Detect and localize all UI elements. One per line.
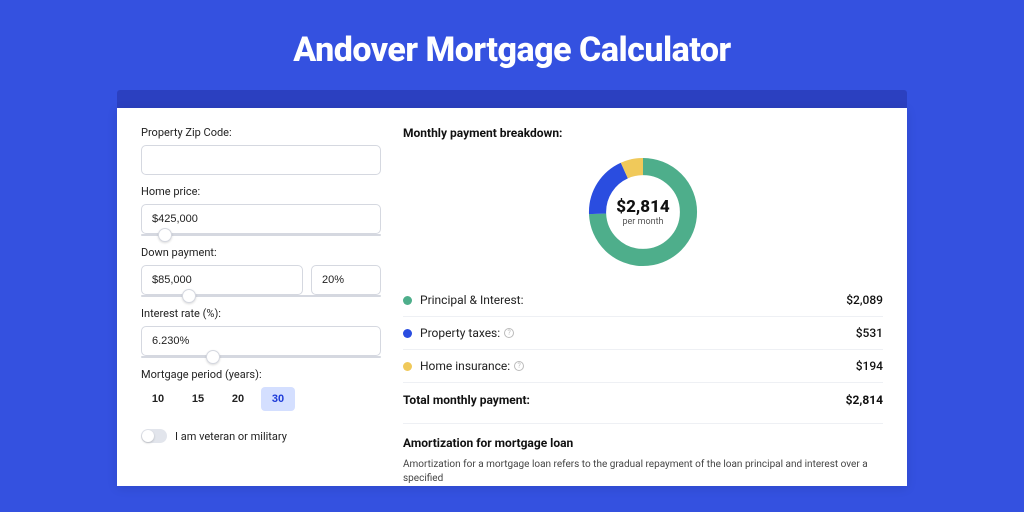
interest-rate-slider[interactable] [141,356,381,358]
total-row: Total monthly payment: $2,814 [403,382,883,417]
legend-dot-icon [403,329,412,338]
interest-rate-slider-handle[interactable] [206,350,220,364]
legend-dot-icon [403,362,412,371]
legend-row-2: Home insurance:?$194 [403,349,883,382]
zip-input[interactable] [141,145,381,175]
donut-center-amount: $2,814 [616,197,669,217]
legend-list: Principal & Interest:$2,089Property taxe… [403,284,883,382]
home-price-slider[interactable] [141,234,381,236]
info-icon[interactable]: ? [514,361,524,371]
veteran-toggle-knob [142,430,154,442]
legend-dot-icon [403,296,412,305]
info-icon[interactable]: ? [504,328,514,338]
down-payment-slider-handle[interactable] [182,289,196,303]
legend-value: $194 [856,359,883,373]
zip-label: Property Zip Code: [141,126,381,139]
calculator-card: Property Zip Code: Home price: Down paym… [117,108,907,486]
period-option-20[interactable]: 20 [221,387,255,411]
mortgage-period-label: Mortgage period (years): [141,368,381,381]
interest-rate-input[interactable] [141,326,381,356]
down-payment-pct-input[interactable] [311,265,381,295]
period-option-10[interactable]: 10 [141,387,175,411]
donut-chart: $2,814 per month [583,152,703,272]
down-payment-label: Down payment: [141,246,381,259]
legend-label: Property taxes:? [420,326,856,340]
down-payment-slider[interactable] [141,295,381,297]
donut-center-sub: per month [616,217,669,227]
page-title: Andover Mortgage Calculator [293,30,730,70]
legend-label: Principal & Interest: [420,293,846,307]
period-option-30[interactable]: 30 [261,387,295,411]
donut-chart-wrap: $2,814 per month [403,148,883,284]
breakdown-column: Monthly payment breakdown: $2,814 per mo [403,126,883,486]
legend-value: $531 [856,326,883,340]
total-label: Total monthly payment: [403,393,846,407]
interest-rate-label: Interest rate (%): [141,307,381,320]
mortgage-period-group: 10152030 [141,387,381,411]
form-column: Property Zip Code: Home price: Down paym… [141,126,381,486]
down-payment-input[interactable] [141,265,303,295]
legend-label: Home insurance:? [420,359,856,373]
legend-row-1: Property taxes:?$531 [403,316,883,349]
amortization-text: Amortization for a mortgage loan refers … [403,458,883,486]
breakdown-title: Monthly payment breakdown: [403,126,883,140]
legend-value: $2,089 [846,293,883,307]
legend-row-0: Principal & Interest:$2,089 [403,284,883,316]
header-strip [117,90,907,108]
amortization-block: Amortization for mortgage loan Amortizat… [403,423,883,486]
home-price-slider-handle[interactable] [158,228,172,242]
veteran-toggle[interactable] [141,429,167,443]
veteran-toggle-label: I am veteran or military [175,430,287,443]
amortization-title: Amortization for mortgage loan [403,436,883,450]
home-price-input[interactable] [141,204,381,234]
home-price-label: Home price: [141,185,381,198]
total-value: $2,814 [846,393,883,407]
period-option-15[interactable]: 15 [181,387,215,411]
